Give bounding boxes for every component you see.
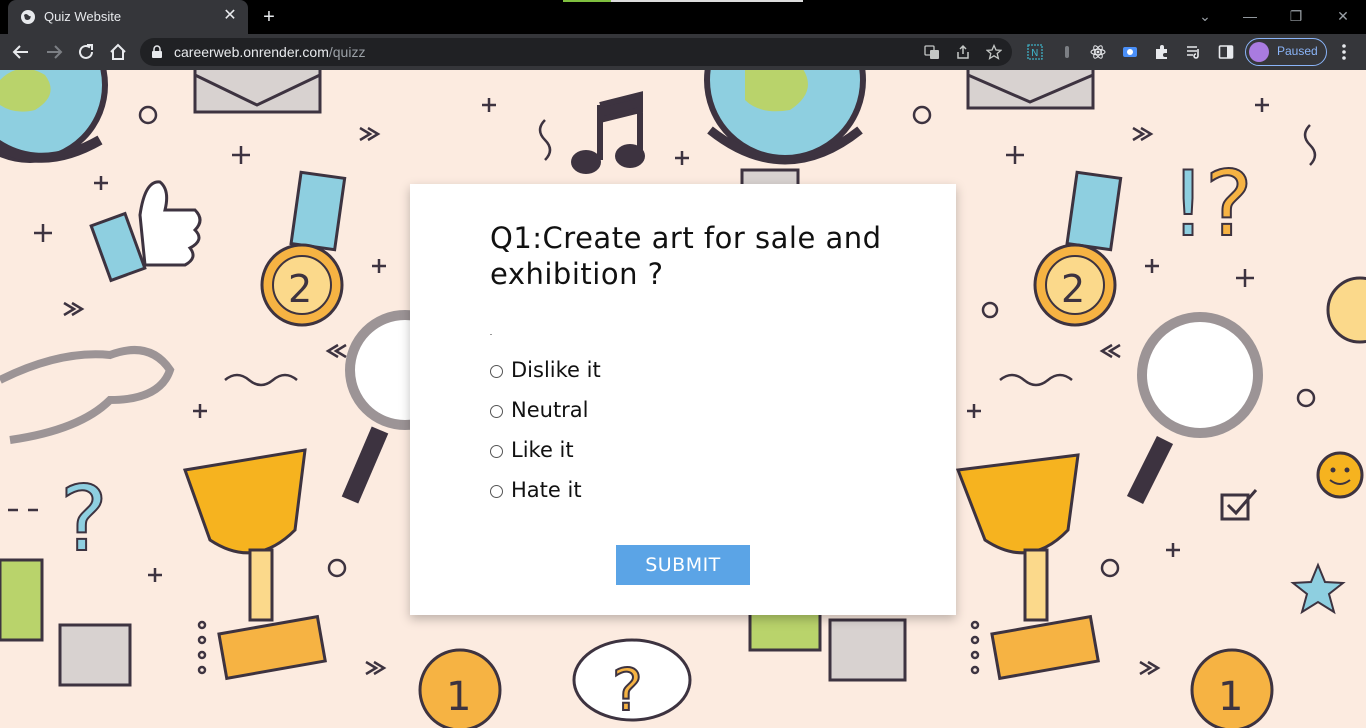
svg-text:N: N	[1031, 48, 1038, 59]
globe-icon	[0, 70, 108, 163]
extension-n-icon[interactable]: N	[1027, 44, 1043, 60]
svg-text:2: 2	[1061, 267, 1085, 311]
forward-arrow-icon[interactable]	[43, 41, 65, 63]
reload-icon[interactable]	[75, 41, 97, 63]
tab-close-icon[interactable]: ✕	[220, 6, 240, 26]
new-tab-button[interactable]: +	[258, 6, 280, 28]
tab-title: Quiz Website	[44, 9, 122, 24]
extensions-puzzle-icon[interactable]	[1154, 44, 1170, 60]
smiley-icon	[1316, 451, 1364, 499]
svg-text:1: 1	[1218, 674, 1243, 720]
radio-button[interactable]	[490, 485, 503, 498]
browser-menu-icon[interactable]	[1336, 43, 1352, 61]
trophy-icon	[182, 448, 327, 681]
address-bar[interactable]: careerweb.onrender.com/quizz	[140, 38, 1012, 66]
minimize-icon[interactable]: —	[1238, 6, 1262, 26]
trophy-icon	[955, 453, 1100, 681]
question-mark-icon: ?	[59, 466, 109, 573]
envelope-icon	[966, 70, 1095, 110]
profile-button[interactable]: Paused	[1245, 38, 1327, 66]
window-close-icon[interactable]: ✕	[1331, 6, 1355, 26]
checkbox-icon	[1220, 489, 1258, 521]
side-panel-icon[interactable]	[1218, 44, 1234, 60]
radio-button[interactable]	[490, 445, 503, 458]
svg-text:?: ?	[1205, 152, 1253, 257]
tab-strip: Quiz Website ✕ + ⌄ — ❐ ✕	[0, 0, 1366, 34]
back-arrow-icon[interactable]	[10, 41, 32, 63]
extension-dropper-icon[interactable]	[1059, 44, 1075, 60]
music-note-icon	[571, 91, 645, 174]
svg-text:!: !	[1170, 152, 1206, 257]
bookmark-star-icon[interactable]	[986, 44, 1002, 60]
share-icon[interactable]	[955, 44, 971, 60]
browser-tab[interactable]: Quiz Website ✕	[8, 0, 248, 34]
option-label: Like it	[511, 438, 574, 462]
star-icon	[1290, 562, 1346, 615]
page-load-progress-fill	[563, 0, 611, 2]
glasses-icon	[0, 346, 175, 444]
option-label: Dislike it	[511, 358, 601, 382]
react-devtools-icon[interactable]	[1090, 44, 1106, 60]
globe-favicon-icon	[21, 10, 35, 24]
page-load-progress	[563, 0, 803, 2]
divider-dot	[490, 334, 492, 335]
lightbulb-icon	[1326, 276, 1366, 344]
medal-icon: 2	[260, 170, 347, 327]
option-label: Neutral	[511, 398, 589, 422]
submit-button[interactable]: SUBMIT	[616, 545, 750, 585]
translate-icon[interactable]	[924, 44, 940, 60]
svg-text:2: 2	[288, 267, 312, 311]
magnifier-icon	[1126, 312, 1263, 505]
speech-bubble-icon: ?	[572, 638, 692, 725]
screen-recorder-icon[interactable]	[1122, 44, 1138, 60]
radio-button[interactable]	[490, 365, 503, 378]
thumbs-up-icon	[89, 180, 202, 283]
home-icon[interactable]	[107, 41, 129, 63]
media-controls-icon[interactable]	[1186, 44, 1202, 60]
svg-text:?: ?	[60, 467, 108, 572]
tab-search-icon[interactable]: ⌄	[1193, 6, 1217, 26]
url-host: careerweb.onrender.com	[174, 44, 329, 60]
lock-icon[interactable]	[150, 45, 164, 59]
url-text[interactable]: careerweb.onrender.com/quizz	[174, 44, 365, 60]
radio-button[interactable]	[490, 405, 503, 418]
svg-text:1: 1	[446, 674, 471, 720]
option-label: Hate it	[511, 478, 582, 502]
browser-toolbar: careerweb.onrender.com/quizz N Paused	[0, 34, 1366, 70]
envelope-icon	[193, 70, 322, 114]
svg-text:?: ?	[612, 656, 643, 724]
profile-status: Paused	[1277, 44, 1318, 58]
medal-icon: 2	[1033, 170, 1123, 327]
url-path: /quizz	[328, 44, 366, 60]
globe-icon	[704, 70, 866, 190]
avatar	[1249, 42, 1269, 62]
question-title: Q1:Create art for sale and exhibition ?	[490, 221, 882, 291]
question-mark-icon: ? !	[1169, 151, 1254, 258]
page-viewport: 2 2 ? ? ! ? 1 1 Q1:Create art for sale a…	[0, 70, 1366, 728]
quiz-card: Q1:Create art for sale and exhibition ? …	[410, 184, 956, 615]
puzzle-icon	[0, 558, 132, 687]
restore-icon[interactable]: ❐	[1284, 6, 1308, 26]
